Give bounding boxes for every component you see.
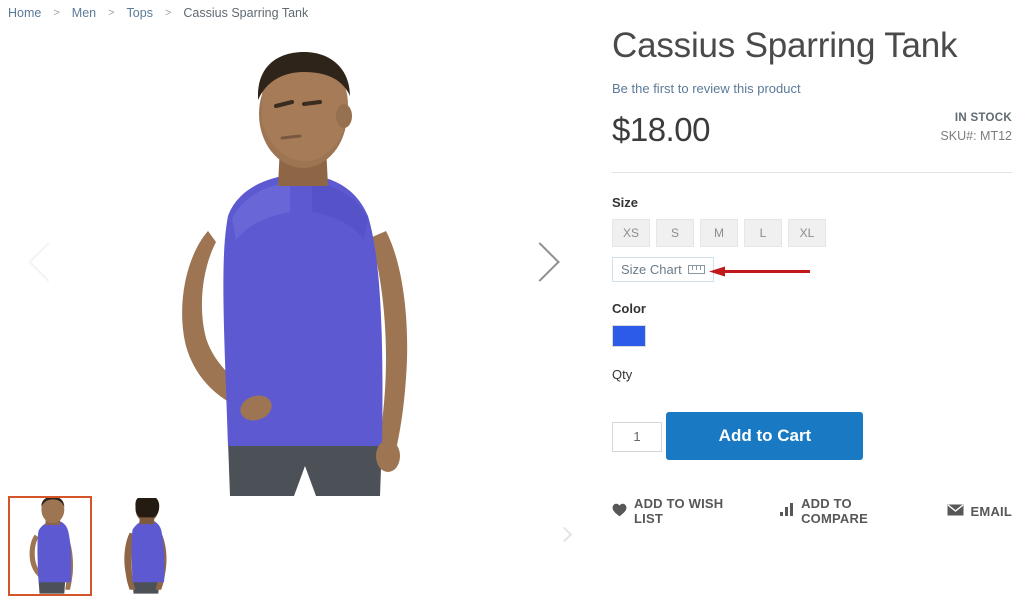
- chevron-right-icon: [520, 242, 560, 282]
- product-gallery: [0, 26, 590, 496]
- divider: [612, 172, 1012, 174]
- breadcrumb-item-home[interactable]: Home: [6, 4, 43, 22]
- size-swatch-xl[interactable]: XL: [788, 219, 826, 248]
- color-swatch-blue[interactable]: [612, 325, 646, 348]
- sku-label: SKU#:: [940, 129, 977, 144]
- status-badge: IN STOCK: [954, 112, 1012, 125]
- breadcrumb-separator: >: [108, 7, 115, 19]
- size-swatch-m[interactable]: M: [700, 219, 738, 248]
- annotation-arrow: [709, 266, 810, 277]
- gallery-thumbnail-1[interactable]: [8, 496, 92, 596]
- ruler-icon: [687, 265, 705, 275]
- size-chart-link[interactable]: Size Chart: [612, 257, 714, 283]
- product-action-links: ADD TO WISH LIST ADD TO COMPARE EMAIL: [612, 496, 1012, 526]
- review-link[interactable]: Be the first to review this product: [612, 81, 801, 96]
- breadcrumb-separator: >: [164, 7, 172, 19]
- gallery-thumbnail-2[interactable]: [102, 496, 186, 596]
- chevron-right-icon: [556, 526, 573, 543]
- thumbnail-strip-next-button[interactable]: [556, 522, 578, 548]
- size-chart-label: Size Chart: [621, 262, 682, 278]
- price-row: $18.00 IN STOCK SKU#: MT12: [612, 108, 1012, 166]
- stock-block: IN STOCK SKU#: MT12: [940, 112, 1012, 143]
- gallery-prev-button[interactable]: [28, 239, 68, 285]
- gallery-thumbnail-strip: [8, 496, 186, 596]
- breadcrumb-item-current: Cassius Sparring Tank: [183, 6, 309, 20]
- email-label: EMAIL: [970, 503, 1012, 519]
- gallery-next-button[interactable]: [520, 239, 562, 285]
- product-detail-page: Home > Men > Tops > Cassius Sparring Tan…: [0, 0, 1024, 604]
- page-title: Cassius Sparring Tank: [612, 26, 958, 65]
- bar-chart-icon: [780, 503, 794, 519]
- breadcrumb-item-men[interactable]: Men: [70, 4, 98, 22]
- sku-row: SKU#: MT12: [940, 129, 1012, 143]
- product-main-image[interactable]: [0, 26, 590, 496]
- qty-label: Qty: [612, 367, 633, 383]
- size-swatch-xs[interactable]: XS: [612, 219, 650, 248]
- add-to-wish-list-link[interactable]: ADD TO WISH LIST: [612, 496, 754, 526]
- breadcrumb-item-tops[interactable]: Tops: [125, 4, 155, 22]
- sku-value: MT12: [980, 129, 1012, 144]
- chevron-left-icon: [28, 242, 68, 282]
- breadcrumb: Home > Men > Tops > Cassius Sparring Tan…: [6, 4, 310, 22]
- color-option-label: Color: [612, 301, 646, 317]
- email-link[interactable]: EMAIL: [947, 504, 1012, 519]
- add-to-wish-list-label: ADD TO WISH LIST: [634, 496, 724, 527]
- thumbnail-back-view: [104, 498, 184, 594]
- size-swatch-group: XS S M L XL: [612, 219, 1012, 248]
- product-info-panel: Cassius Sparring Tank Be the first to re…: [612, 26, 1012, 526]
- size-option-label: Size: [612, 195, 639, 211]
- heart-icon: [612, 503, 627, 520]
- quantity-input[interactable]: [612, 421, 662, 452]
- size-swatch-l[interactable]: L: [744, 219, 782, 248]
- add-to-compare-label: ADD TO COMPARE: [801, 496, 868, 527]
- breadcrumb-separator: >: [53, 7, 60, 19]
- thumbnail-front-view: [10, 498, 90, 594]
- product-photo-illustration: [0, 26, 590, 496]
- size-swatch-s[interactable]: S: [656, 219, 694, 248]
- size-chart-row: Size Chart: [612, 257, 1012, 287]
- envelope-icon: [947, 504, 964, 519]
- add-to-compare-link[interactable]: ADD TO COMPARE: [780, 496, 920, 526]
- add-to-cart-button[interactable]: Add to Cart: [666, 412, 864, 461]
